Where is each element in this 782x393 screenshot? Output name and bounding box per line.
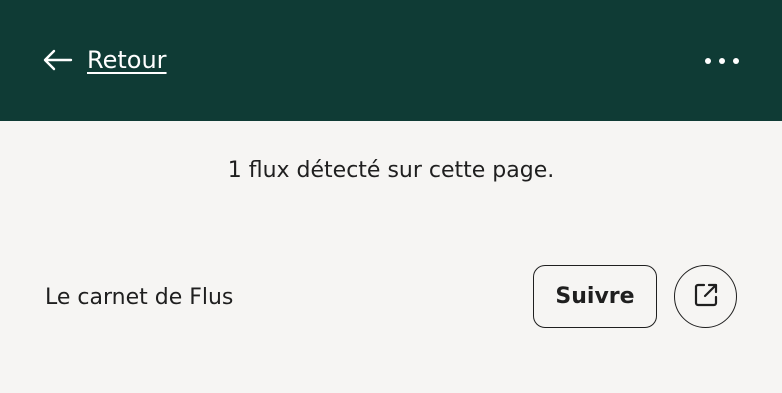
more-horizontal-icon bbox=[705, 58, 739, 64]
feed-item: Le carnet de Flus Suivre bbox=[0, 260, 782, 334]
external-link-icon bbox=[691, 280, 721, 314]
feed-name: Le carnet de Flus bbox=[45, 285, 234, 310]
open-feed-external-button[interactable] bbox=[674, 265, 737, 328]
arrow-left-icon bbox=[42, 48, 74, 72]
back-link[interactable]: Retour bbox=[42, 40, 167, 80]
follow-button[interactable]: Suivre bbox=[533, 265, 657, 328]
back-link-label: Retour bbox=[87, 46, 167, 74]
feeds-detected-message: 1 flux détecté sur cette page. bbox=[227, 158, 555, 183]
more-options-button[interactable] bbox=[696, 42, 748, 80]
header-bar: Retour bbox=[0, 0, 782, 121]
